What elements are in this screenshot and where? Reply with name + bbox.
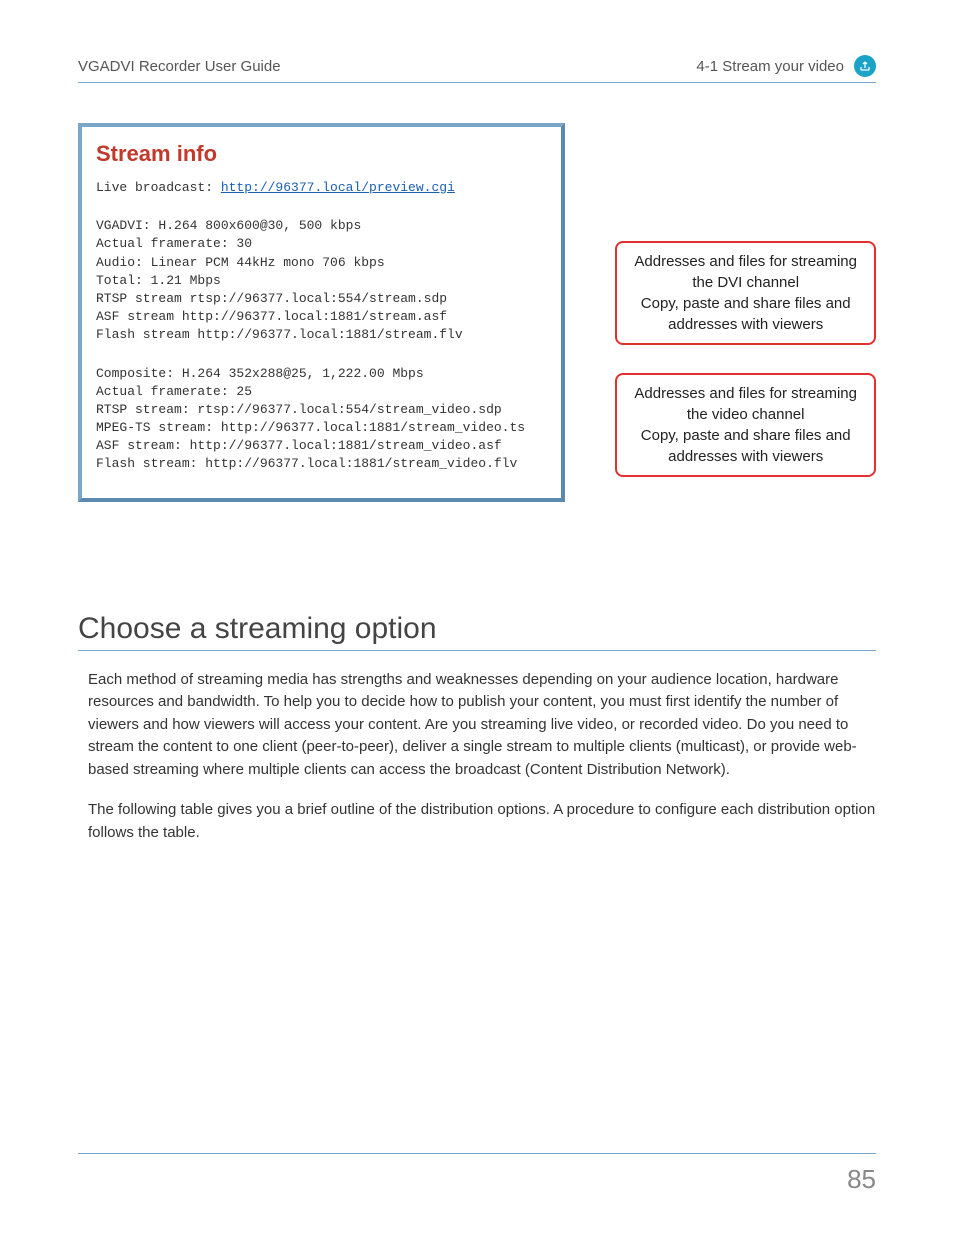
stream-info-panel: Stream info Live broadcast: http://96377… (78, 123, 565, 502)
header-left: VGADVI Recorder User Guide (78, 58, 281, 75)
stream-info-title: Stream info (96, 141, 547, 167)
stream-line: RTSP stream rtsp://96377.local:554/strea… (96, 290, 547, 308)
header-right: 4-1 Stream your video (696, 58, 844, 75)
live-broadcast-label: Live broadcast: (96, 180, 221, 195)
stream-line: MPEG-TS stream: http://96377.local:1881/… (96, 419, 547, 437)
stream-line: Flash stream http://96377.local:1881/str… (96, 326, 547, 344)
callout-dvi: Addresses and files for streaming the DV… (615, 241, 876, 345)
stream-line: ASF stream http://96377.local:1881/strea… (96, 308, 547, 326)
section-heading: Choose a streaming option (78, 612, 876, 651)
stream-line: RTSP stream: rtsp://96377.local:554/stre… (96, 401, 547, 419)
body-paragraph-1: Each method of streaming media has stren… (88, 669, 876, 782)
stream-line: ASF stream: http://96377.local:1881/stre… (96, 437, 547, 455)
stream-line: Actual framerate: 30 (96, 235, 547, 253)
video-channel-block: Composite: H.264 352x288@25, 1,222.00 Mb… (96, 365, 547, 474)
stream-line: VGADVI: H.264 800x600@30, 500 kbps (96, 217, 547, 235)
page-number: 85 (78, 1164, 876, 1195)
share-icon (854, 55, 876, 77)
stream-line: Actual framerate: 25 (96, 383, 547, 401)
dvi-channel-block: VGADVI: H.264 800x600@30, 500 kbps Actua… (96, 217, 547, 344)
stream-line: Audio: Linear PCM 44kHz mono 706 kbps (96, 254, 547, 272)
page-footer: 85 (78, 1153, 876, 1195)
stream-line: Total: 1.21 Mbps (96, 272, 547, 290)
body-paragraph-2: The following table gives you a brief ou… (88, 799, 876, 844)
page-header: VGADVI Recorder User Guide 4-1 Stream yo… (78, 55, 876, 83)
live-broadcast-line: Live broadcast: http://96377.local/previ… (96, 179, 547, 197)
live-broadcast-link[interactable]: http://96377.local/preview.cgi (221, 180, 455, 195)
stream-line: Flash stream: http://96377.local:1881/st… (96, 455, 547, 473)
stream-line: Composite: H.264 352x288@25, 1,222.00 Mb… (96, 365, 547, 383)
callout-video: Addresses and files for streaming the vi… (615, 373, 876, 477)
